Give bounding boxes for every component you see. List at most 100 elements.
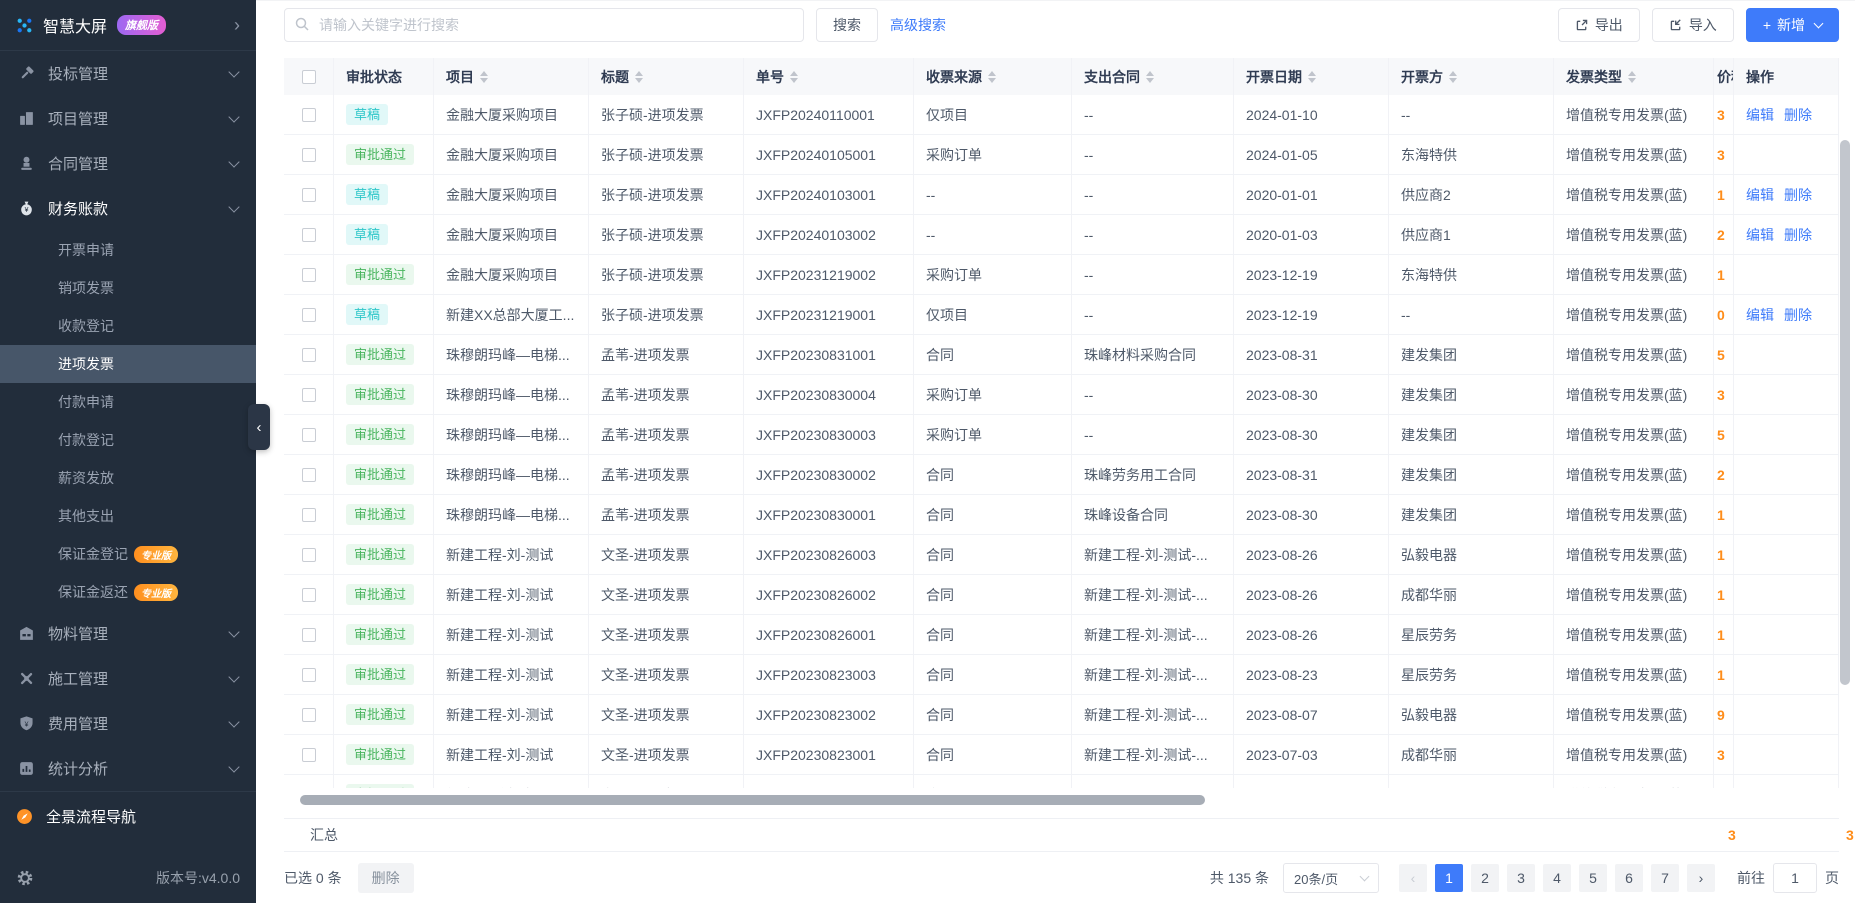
row-checkbox[interactable] — [302, 508, 316, 522]
row-checkbox[interactable] — [302, 308, 316, 322]
title-cell: 文圣-进项发票 — [589, 615, 744, 654]
delete-button[interactable]: 删除 — [358, 863, 414, 893]
source-cell: 采购订单 — [914, 375, 1072, 414]
prev-page-button[interactable]: ‹ — [1399, 864, 1427, 892]
row-checkbox[interactable] — [302, 628, 316, 642]
sidebar-item-expense[interactable]: ¥费用管理 — [0, 701, 256, 746]
row-checkbox[interactable] — [302, 468, 316, 482]
column-header[interactable]: 单号 — [744, 58, 914, 95]
row-checkbox[interactable] — [302, 788, 316, 789]
select-all-checkbox[interactable] — [302, 70, 316, 84]
page-size-select[interactable]: 20条/页 — [1283, 863, 1379, 893]
search-input[interactable] — [284, 8, 804, 42]
row-checkbox[interactable] — [302, 428, 316, 442]
delete-link[interactable]: 删除 — [1784, 105, 1812, 125]
sidebar-item-invoice-apply[interactable]: 开票申请 — [0, 231, 256, 269]
sort-icon[interactable] — [480, 71, 488, 83]
sidebar-item-other-expense[interactable]: 其他支出 — [0, 497, 256, 535]
project-cell: 新建XX总部大厦工程 — [434, 775, 589, 788]
row-checkbox[interactable] — [302, 388, 316, 402]
row-checkbox[interactable] — [302, 268, 316, 282]
column-header[interactable]: 开票日期 — [1234, 58, 1389, 95]
sidebar-item-sales-invoice[interactable]: 销项发票 — [0, 269, 256, 307]
delete-link[interactable]: 删除 — [1784, 225, 1812, 245]
delete-link[interactable]: 删除 — [1784, 305, 1812, 325]
sort-icon[interactable] — [790, 71, 798, 83]
export-button[interactable]: 导出 — [1558, 8, 1640, 42]
column-header[interactable]: 项目 — [434, 58, 589, 95]
goto-page-input[interactable] — [1773, 863, 1817, 893]
row-checkbox[interactable] — [302, 188, 316, 202]
column-header[interactable]: 发票类型 — [1554, 58, 1714, 95]
sidebar-item-input-invoice[interactable]: 进项发票 — [0, 345, 256, 383]
table-row: 审批通过新建工程-刘-测试文圣-进项发票JXFP20230826002合同新建工… — [284, 575, 1839, 615]
sidebar-item-contract[interactable]: 合同管理 — [0, 141, 256, 186]
table-row: 审批通过新建工程-刘-测试文圣-进项发票JXFP20230823002合同新建工… — [284, 695, 1839, 735]
horizontal-scrollbar[interactable] — [300, 795, 1205, 805]
add-button[interactable]: + 新增 — [1746, 8, 1839, 42]
edit-link[interactable]: 编辑 — [1746, 225, 1774, 245]
edit-link[interactable]: 编辑 — [1746, 305, 1774, 325]
sort-icon[interactable] — [988, 71, 996, 83]
page-button-1[interactable]: 1 — [1435, 864, 1463, 892]
sidebar-item-salary[interactable]: 薪资发放 — [0, 459, 256, 497]
page-button-5[interactable]: 5 — [1579, 864, 1607, 892]
sidebar-item-project[interactable]: 项目管理 — [0, 96, 256, 141]
sidebar-item-material[interactable]: 物料管理 — [0, 611, 256, 656]
vertical-scrollbar[interactable] — [1840, 140, 1850, 685]
sidebar-submenu: 开票申请销项发票收款登记进项发票付款申请付款登记薪资发放其他支出保证金登记专业版… — [0, 231, 256, 611]
import-button[interactable]: 导入 — [1652, 8, 1734, 42]
sidebar-item-bidding[interactable]: 投标管理 — [0, 51, 256, 96]
page-button-7[interactable]: 7 — [1651, 864, 1679, 892]
sidebar-item-label: 其他支出 — [58, 506, 114, 526]
row-checkbox[interactable] — [302, 148, 316, 162]
page-button-4[interactable]: 4 — [1543, 864, 1571, 892]
column-header[interactable]: 开票方 — [1389, 58, 1554, 95]
sort-icon[interactable] — [1146, 71, 1154, 83]
page-button-6[interactable]: 6 — [1615, 864, 1643, 892]
page-button-3[interactable]: 3 — [1507, 864, 1535, 892]
sort-icon[interactable] — [1449, 71, 1457, 83]
sidebar-item-deposit-return[interactable]: 保证金返还专业版 — [0, 573, 256, 611]
sidebar-item-receipt-register[interactable]: 收款登记 — [0, 307, 256, 345]
sort-icon[interactable] — [1628, 71, 1636, 83]
amount-cell: 1 — [1714, 495, 1734, 534]
project-cell: 珠穆朗玛峰—电梯... — [434, 415, 589, 454]
invoice-type-cell: 增值税专用发票(蓝) — [1554, 335, 1714, 374]
sidebar-item-process-navigation[interactable]: 全景流程导航 — [0, 792, 256, 840]
sort-icon[interactable] — [635, 71, 643, 83]
delete-link[interactable]: 删除 — [1784, 185, 1812, 205]
column-header[interactable]: 收票来源 — [914, 58, 1072, 95]
advanced-search-link[interactable]: 高级搜索 — [890, 15, 946, 35]
invoice-type-cell: 增值税专用发票(蓝) — [1554, 695, 1714, 734]
row-checkbox[interactable] — [302, 708, 316, 722]
sidebar-item-payment-register[interactable]: 付款登记 — [0, 421, 256, 459]
row-checkbox[interactable] — [302, 588, 316, 602]
row-checkbox[interactable] — [302, 108, 316, 122]
edit-link[interactable]: 编辑 — [1746, 105, 1774, 125]
status-cell: 草稿 — [334, 95, 434, 134]
sidebar-collapse-handle[interactable]: ‹ — [248, 404, 270, 450]
sidebar-item-stats[interactable]: 统计分析 — [0, 746, 256, 791]
row-checkbox[interactable] — [302, 748, 316, 762]
row-checkbox[interactable] — [302, 228, 316, 242]
sidebar-item-finance[interactable]: ¥财务账款 — [0, 186, 256, 231]
row-checkbox[interactable] — [302, 548, 316, 562]
row-checkbox[interactable] — [302, 668, 316, 682]
next-page-button[interactable]: › — [1687, 864, 1715, 892]
sidebar-item-smart-screen[interactable]: 智慧大屏 旗舰版 › — [0, 0, 256, 50]
status-cell: 草稿 — [334, 175, 434, 214]
row-checkbox[interactable] — [302, 348, 316, 362]
column-header[interactable]: 支出合同 — [1072, 58, 1234, 95]
edit-link[interactable]: 编辑 — [1746, 185, 1774, 205]
title-cell: 张子硕-进项发票 — [589, 295, 744, 334]
page-button-2[interactable]: 2 — [1471, 864, 1499, 892]
sort-icon[interactable] — [1308, 71, 1316, 83]
column-header[interactable]: 标题 — [589, 58, 744, 95]
gear-icon[interactable] — [16, 869, 34, 887]
search-button[interactable]: 搜索 — [816, 8, 878, 42]
sidebar-item-deposit-register[interactable]: 保证金登记专业版 — [0, 535, 256, 573]
invoice-type-cell: 增值税专用发票(蓝) — [1554, 535, 1714, 574]
sidebar-item-payment-apply[interactable]: 付款申请 — [0, 383, 256, 421]
sidebar-item-construction[interactable]: 施工管理 — [0, 656, 256, 701]
